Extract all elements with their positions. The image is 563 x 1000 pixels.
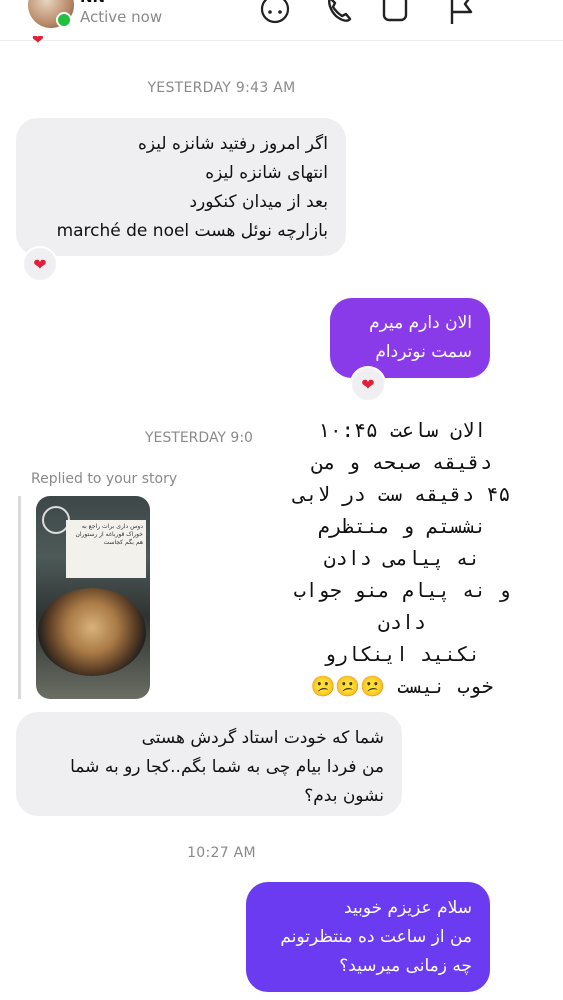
phone-icon[interactable] <box>322 0 356 26</box>
message-line: بازارچه نوئل هست marché de noel <box>56 221 328 241</box>
food-pan-image <box>38 588 146 676</box>
message-line: انتهای شانزه لیزه <box>205 163 328 183</box>
overlay-line: خوب نیست 😕😕😕 <box>310 674 494 698</box>
active-status: Active now <box>80 8 163 26</box>
timestamp: YESTERDAY 9:43 AM <box>147 80 296 96</box>
contact-name[interactable]: NN <box>80 0 105 6</box>
previous-reaction-peek: ❤ <box>32 36 44 46</box>
outgoing-message[interactable]: الان دارم میرم سمت نوتردام <box>330 298 490 378</box>
message-line: شما که خودت استاد گردش هستی <box>141 728 384 748</box>
message-line: چه زمانی میرسید؟ <box>339 956 472 976</box>
outgoing-message[interactable]: سلام عزیزم خوبید من از ساعت ده منتظرتونم… <box>246 882 490 992</box>
avatar-face-icon[interactable] <box>258 0 292 26</box>
message-line: سمت نوتردام <box>375 342 472 362</box>
message-line: اگر امروز رفتید شانزه لیزه <box>138 134 328 154</box>
overlay-line: دادن <box>377 610 427 634</box>
heart-reaction[interactable]: ❤ <box>350 366 386 402</box>
message-line: سلام عزیزم خوبید <box>344 898 472 918</box>
message-line: نشون بدم؟ <box>304 786 384 806</box>
incoming-message[interactable]: شما که خودت استاد گردش هستی من فردا بیام… <box>16 712 402 816</box>
story-caption: دوس داری برات راجع به خوراک قورباغه از ر… <box>66 520 146 578</box>
flag-icon[interactable] <box>445 0 479 26</box>
overlay-line: نکنید اینکارو <box>323 642 481 666</box>
video-icon[interactable] <box>380 0 416 26</box>
overlay-line: ۴۵ دقیقه ست در لابی <box>293 482 511 506</box>
replied-to-story-label: Replied to your story <box>31 471 178 487</box>
story-thumbnail[interactable]: دوس داری برات راجع به خوراک قورباغه از ر… <box>36 496 150 699</box>
reply-quote-bar <box>18 496 21 699</box>
overlay-line: دقیقه صبحه و من <box>311 450 493 474</box>
timestamp: 10:27 AM <box>187 845 256 861</box>
chat-header: NN Active now <box>0 0 563 41</box>
overlay-line: و نه پیام منو جواب <box>293 578 511 602</box>
timestamp: YESTERDAY 9:0 <box>145 430 253 446</box>
sticker-text-overlay: الان ساعت ۱۰:۴۵ دقیقه صبحه و من ۴۵ دقیقه… <box>264 406 540 698</box>
message-line: الان دارم میرم <box>369 313 472 333</box>
online-status-dot <box>56 12 72 28</box>
message-line: من فردا بیام چی به شما بگم..کجا رو به شم… <box>70 757 384 777</box>
message-line: بعد از میدان کنکورد <box>189 192 328 212</box>
heart-reaction[interactable]: ❤ <box>22 246 58 282</box>
overlay-line: نه پیامی دادن <box>323 546 481 570</box>
heart-icon: ❤ <box>33 254 47 274</box>
overlay-line: نشستم و منتظرم <box>317 514 487 538</box>
message-line: من از ساعت ده منتظرتونم <box>280 927 472 947</box>
heart-icon: ❤ <box>361 374 375 394</box>
incoming-message[interactable]: اگر امروز رفتید شانزه لیزه انتهای شانزه … <box>16 118 346 256</box>
overlay-line: الان ساعت ۱۰:۴۵ <box>317 418 487 442</box>
